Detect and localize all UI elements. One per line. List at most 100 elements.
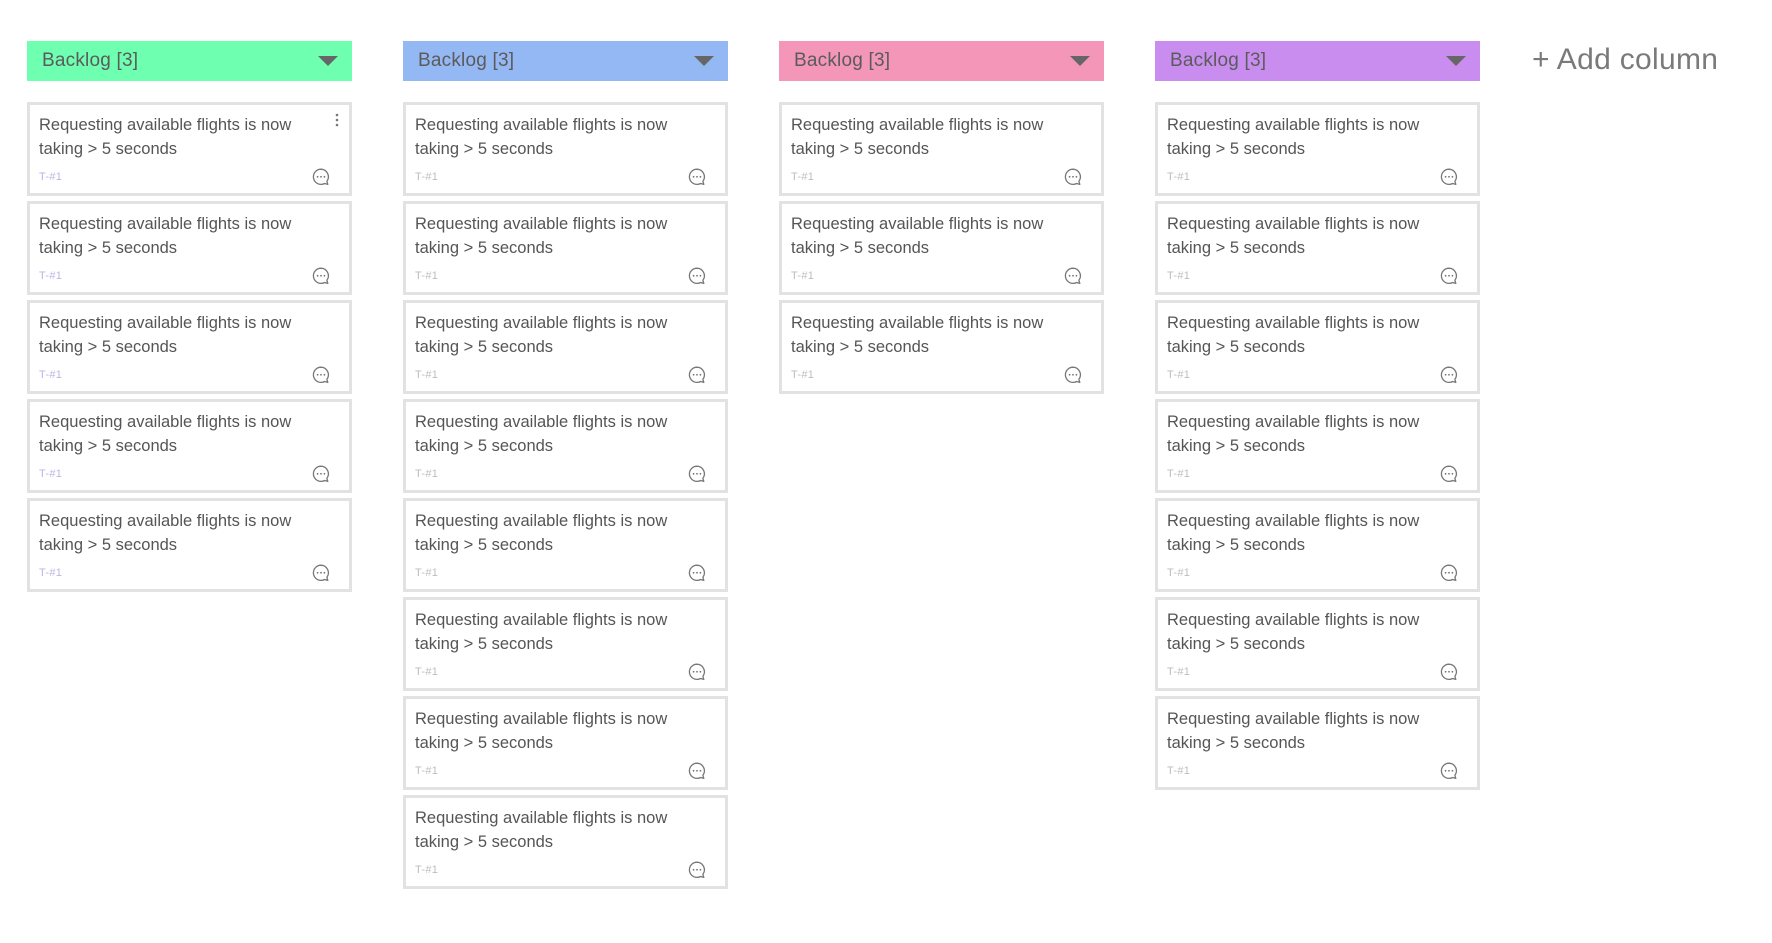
card-title: Requesting available flights is now taki… xyxy=(1167,710,1420,752)
task-card[interactable]: Requesting available flights is now taki… xyxy=(1155,399,1480,493)
board-column: Backlog [3] Requesting available flights … xyxy=(1155,41,1480,790)
task-card[interactable]: Requesting available flights is now taki… xyxy=(27,498,352,592)
comment-bubble-icon[interactable] xyxy=(311,167,331,187)
comment-bubble-icon[interactable] xyxy=(1063,167,1083,187)
comment-bubble-icon[interactable] xyxy=(1439,662,1459,682)
task-card[interactable]: Requesting available flights is now taki… xyxy=(779,201,1104,295)
comment-bubble-icon[interactable] xyxy=(687,167,707,187)
task-card[interactable]: Requesting available flights is now taki… xyxy=(403,498,728,592)
card-title: Requesting available flights is now taki… xyxy=(39,116,292,158)
comment-bubble-icon[interactable] xyxy=(311,365,331,385)
comment-bubble-icon[interactable] xyxy=(687,464,707,484)
card-list: Requesting available flights is now taki… xyxy=(779,102,1104,399)
card-id: T-#1 xyxy=(1167,567,1191,579)
card-id: T-#1 xyxy=(791,270,815,282)
card-title: Requesting available flights is now taki… xyxy=(1167,611,1420,653)
comment-bubble-icon[interactable] xyxy=(311,464,331,484)
card-title: Requesting available flights is now taki… xyxy=(415,611,668,653)
task-card[interactable]: Requesting available flights is now taki… xyxy=(403,300,728,394)
comment-bubble-icon[interactable] xyxy=(1439,266,1459,286)
comment-bubble-icon[interactable] xyxy=(1063,266,1083,286)
card-id: T-#1 xyxy=(39,567,63,579)
card-id: T-#1 xyxy=(791,171,815,183)
card-id: T-#1 xyxy=(415,369,439,381)
task-card[interactable]: Requesting available flights is now taki… xyxy=(779,102,1104,196)
task-card[interactable]: Requesting available flights is now taki… xyxy=(403,102,728,196)
task-card[interactable]: Requesting available flights is now taki… xyxy=(1155,201,1480,295)
task-card[interactable]: Requesting available flights is now taki… xyxy=(27,102,352,196)
card-title: Requesting available flights is now taki… xyxy=(1167,116,1420,158)
card-id: T-#1 xyxy=(1167,666,1191,678)
column-title: Backlog [3] xyxy=(794,50,891,71)
chevron-down-icon[interactable] xyxy=(318,56,338,66)
task-card[interactable]: Requesting available flights is now taki… xyxy=(27,201,352,295)
column-header[interactable]: Backlog [3] xyxy=(779,41,1104,81)
comment-bubble-icon[interactable] xyxy=(687,860,707,880)
card-list: Requesting available flights is now taki… xyxy=(403,102,728,894)
column-header[interactable]: Backlog [3] xyxy=(403,41,728,81)
comment-bubble-icon[interactable] xyxy=(1439,563,1459,583)
comment-bubble-icon[interactable] xyxy=(311,266,331,286)
card-id: T-#1 xyxy=(791,369,815,381)
card-id: T-#1 xyxy=(415,864,439,876)
board-column: Backlog [3] Requesting available flights … xyxy=(403,41,728,889)
card-title: Requesting available flights is now taki… xyxy=(39,215,292,257)
card-title: Requesting available flights is now taki… xyxy=(39,314,292,356)
card-id: T-#1 xyxy=(1167,765,1191,777)
add-column-button[interactable]: + Add column xyxy=(1532,43,1718,77)
task-card[interactable]: Requesting available flights is now taki… xyxy=(1155,696,1480,790)
column-title: Backlog [3] xyxy=(42,50,139,71)
comment-bubble-icon[interactable] xyxy=(687,563,707,583)
column-header[interactable]: Backlog [3] xyxy=(27,41,352,81)
comment-bubble-icon[interactable] xyxy=(1439,167,1459,187)
task-card[interactable]: Requesting available flights is now taki… xyxy=(403,201,728,295)
card-title: Requesting available flights is now taki… xyxy=(791,314,1044,356)
more-vertical-icon[interactable] xyxy=(334,113,340,127)
task-card[interactable]: Requesting available flights is now taki… xyxy=(779,300,1104,394)
card-title: Requesting available flights is now taki… xyxy=(791,215,1044,257)
card-title: Requesting available flights is now taki… xyxy=(415,116,668,158)
card-id: T-#1 xyxy=(415,468,439,480)
card-title: Requesting available flights is now taki… xyxy=(791,116,1044,158)
task-card[interactable]: Requesting available flights is now taki… xyxy=(403,597,728,691)
card-title: Requesting available flights is now taki… xyxy=(1167,215,1420,257)
card-title: Requesting available flights is now taki… xyxy=(39,512,292,554)
task-card[interactable]: Requesting available flights is now taki… xyxy=(27,399,352,493)
board-column: Backlog [3] Requesting available flights … xyxy=(27,41,352,592)
column-title: Backlog [3] xyxy=(418,50,515,71)
comment-bubble-icon[interactable] xyxy=(687,266,707,286)
comment-bubble-icon[interactable] xyxy=(687,662,707,682)
comment-bubble-icon[interactable] xyxy=(1439,365,1459,385)
card-id: T-#1 xyxy=(415,270,439,282)
comment-bubble-icon[interactable] xyxy=(1063,365,1083,385)
chevron-down-icon[interactable] xyxy=(1070,56,1090,66)
comment-bubble-icon[interactable] xyxy=(1439,761,1459,781)
card-id: T-#1 xyxy=(415,765,439,777)
task-card[interactable]: Requesting available flights is now taki… xyxy=(403,795,728,889)
card-id: T-#1 xyxy=(415,666,439,678)
card-id: T-#1 xyxy=(39,171,63,183)
task-card[interactable]: Requesting available flights is now taki… xyxy=(1155,597,1480,691)
card-id: T-#1 xyxy=(1167,171,1191,183)
task-card[interactable]: Requesting available flights is now taki… xyxy=(27,300,352,394)
comment-bubble-icon[interactable] xyxy=(1439,464,1459,484)
task-card[interactable]: Requesting available flights is now taki… xyxy=(1155,300,1480,394)
task-card[interactable]: Requesting available flights is now taki… xyxy=(1155,498,1480,592)
column-title: Backlog [3] xyxy=(1170,50,1267,71)
card-title: Requesting available flights is now taki… xyxy=(415,215,668,257)
task-card[interactable]: Requesting available flights is now taki… xyxy=(403,696,728,790)
card-id: T-#1 xyxy=(1167,369,1191,381)
chevron-down-icon[interactable] xyxy=(1446,56,1466,66)
column-header[interactable]: Backlog [3] xyxy=(1155,41,1480,81)
card-id: T-#1 xyxy=(39,468,63,480)
card-title: Requesting available flights is now taki… xyxy=(1167,314,1420,356)
task-card[interactable]: Requesting available flights is now taki… xyxy=(403,399,728,493)
task-card[interactable]: Requesting available flights is now taki… xyxy=(1155,102,1480,196)
card-title: Requesting available flights is now taki… xyxy=(1167,413,1420,455)
card-title: Requesting available flights is now taki… xyxy=(39,413,292,455)
card-id: T-#1 xyxy=(1167,468,1191,480)
chevron-down-icon[interactable] xyxy=(694,56,714,66)
comment-bubble-icon[interactable] xyxy=(687,365,707,385)
comment-bubble-icon[interactable] xyxy=(687,761,707,781)
comment-bubble-icon[interactable] xyxy=(311,563,331,583)
